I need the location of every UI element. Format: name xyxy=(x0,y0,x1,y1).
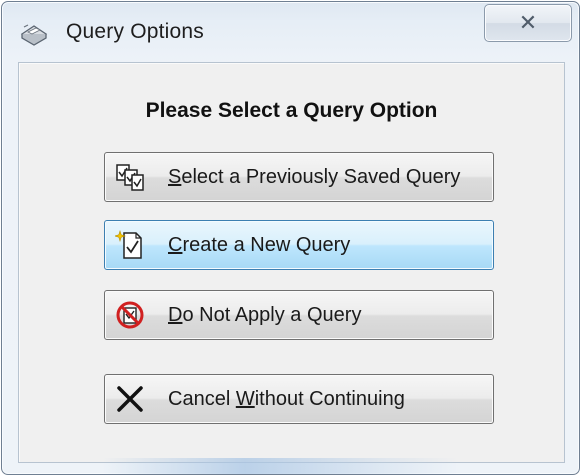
new-query-icon xyxy=(114,230,145,260)
select-saved-query-label: Select a Previously Saved Query xyxy=(168,153,460,201)
close-icon: ✕ xyxy=(518,10,538,35)
create-new-query-label: Create a New Query xyxy=(168,221,350,269)
close-button[interactable]: ✕ xyxy=(484,4,572,42)
cancel-without-continuing-label: Cancel Without Continuing xyxy=(168,375,405,423)
do-not-apply-query-label: Do Not Apply a Query xyxy=(168,291,361,339)
saved-queries-icon xyxy=(115,162,145,192)
dialog-body: Please Select a Query Option Select a Pr… xyxy=(18,62,565,463)
query-options-dialog: Query Options ✕ Please Select a Query Op… xyxy=(1,1,580,475)
no-query-icon xyxy=(115,300,145,330)
mnemonic-c: C xyxy=(168,234,183,256)
cancel-without-continuing-button[interactable]: Cancel Without Continuing xyxy=(104,374,494,424)
label-rest: ithout Continuing xyxy=(254,388,405,410)
mnemonic-s: S xyxy=(168,166,182,188)
mnemonic-w: W xyxy=(235,388,255,410)
do-not-apply-query-button[interactable]: Do Not Apply a Query xyxy=(104,290,494,340)
window-title: Query Options xyxy=(66,20,204,43)
label-rest: o Not Apply a Query xyxy=(182,304,362,326)
query-window-icon xyxy=(19,22,49,46)
create-new-query-button[interactable]: Create a New Query xyxy=(104,220,494,270)
label-rest: reate a New Query xyxy=(182,234,351,256)
cancel-x-icon xyxy=(115,384,145,414)
mnemonic-d: D xyxy=(168,304,183,326)
dialog-heading: Please Select a Query Option xyxy=(145,99,438,122)
label-rest: elect a Previously Saved Query xyxy=(181,166,461,188)
label-before: Cancel xyxy=(168,388,236,410)
select-saved-query-button[interactable]: Select a Previously Saved Query xyxy=(104,152,494,202)
title-bar[interactable]: Query Options ✕ xyxy=(2,2,579,62)
